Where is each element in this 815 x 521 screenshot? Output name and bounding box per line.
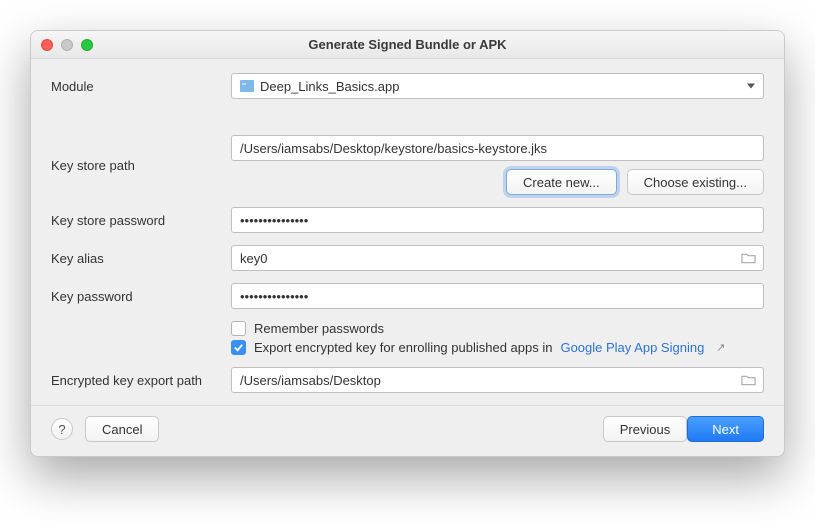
help-button[interactable]: ? — [51, 418, 73, 440]
previous-button[interactable]: Previous — [603, 416, 688, 442]
google-play-signing-link[interactable]: Google Play App Signing — [560, 340, 704, 355]
window-title: Generate Signed Bundle or APK — [308, 37, 506, 52]
footer: ? Cancel Previous Next — [31, 405, 784, 456]
checkbox-icon — [231, 321, 246, 336]
window-controls — [41, 39, 93, 51]
key-password-input[interactable] — [231, 283, 764, 309]
key-password-label: Key password — [51, 289, 231, 304]
create-new-button[interactable]: Create new... — [506, 169, 617, 195]
remember-passwords-checkbox[interactable]: Remember passwords — [231, 321, 764, 336]
module-select[interactable]: Deep_Links_Basics.app — [231, 73, 764, 99]
encrypted-export-path-label: Encrypted key export path — [51, 373, 231, 388]
maximize-window-icon[interactable] — [81, 39, 93, 51]
keystore-password-label: Key store password — [51, 213, 231, 228]
module-label: Module — [51, 79, 231, 94]
key-alias-label: Key alias — [51, 251, 231, 266]
keystore-path-label: Key store path — [51, 158, 231, 173]
keystore-path-input[interactable] — [231, 135, 764, 161]
minimize-window-icon — [61, 39, 73, 51]
titlebar: Generate Signed Bundle or APK — [31, 31, 784, 59]
encrypted-export-path-input[interactable] — [231, 367, 764, 393]
export-encrypted-key-label: Export encrypted key for enrolling publi… — [254, 340, 552, 355]
external-link-icon: ↗ — [716, 341, 725, 354]
browse-alias-icon[interactable] — [741, 252, 756, 264]
checkbox-icon — [231, 340, 246, 355]
next-button[interactable]: Next — [687, 416, 764, 442]
choose-existing-button[interactable]: Choose existing... — [627, 169, 764, 195]
keystore-password-input[interactable] — [231, 207, 764, 233]
key-alias-input[interactable] — [231, 245, 764, 271]
dialog-window: Generate Signed Bundle or APK Module Dee… — [30, 30, 785, 457]
form-area: Module Deep_Links_Basics.app Key store p… — [31, 59, 784, 405]
browse-export-path-icon[interactable] — [741, 374, 756, 386]
chevron-down-icon — [747, 84, 755, 89]
remember-passwords-label: Remember passwords — [254, 321, 384, 336]
cancel-button[interactable]: Cancel — [85, 416, 159, 442]
close-window-icon[interactable] — [41, 39, 53, 51]
module-selected-value: Deep_Links_Basics.app — [260, 79, 399, 94]
export-encrypted-key-checkbox[interactable]: Export encrypted key for enrolling publi… — [231, 340, 764, 355]
module-icon — [240, 80, 254, 92]
